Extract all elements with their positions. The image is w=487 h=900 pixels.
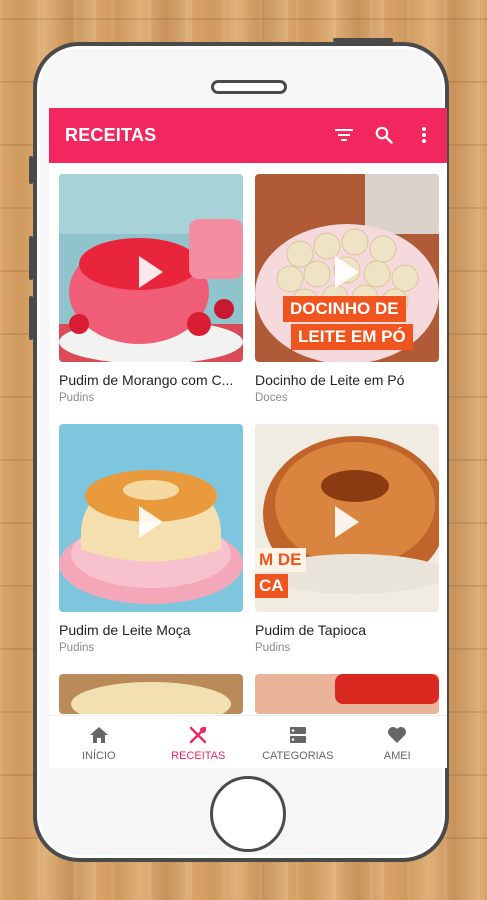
app-bar-title: RECEITAS	[65, 125, 157, 145]
recipe-overlay-line-1: M DE	[255, 548, 306, 572]
recipe-overlay-line-1: DOCINHO DE	[283, 296, 406, 322]
power-button	[333, 38, 393, 42]
recipe-thumbnail[interactable]	[59, 674, 243, 714]
app-bar-actions	[333, 122, 435, 148]
fork-knife-icon	[188, 725, 208, 745]
nav-item-label: INÍCIO	[81, 750, 116, 762]
nav-item-inicio[interactable]: INÍCIO	[49, 716, 149, 768]
play-icon	[139, 256, 163, 288]
nav-item-amei[interactable]: AMEI	[348, 716, 448, 768]
recipe-category: Pudins	[59, 392, 95, 404]
phone-frame: RECEITAS Pudim de Morango com C... Pudin…	[29, 38, 449, 862]
recipe-card[interactable]: Pudim de Leite Moça Pudins	[59, 424, 243, 654]
volume-up-button	[29, 236, 33, 280]
recipe-category: Pudins	[59, 642, 95, 654]
home-button[interactable]	[210, 776, 286, 852]
recipe-category: Pudins	[255, 642, 291, 654]
play-icon	[139, 506, 163, 538]
nav-item-categorias[interactable]: CATEGORIAS	[248, 716, 348, 768]
recipe-card-partial[interactable]	[59, 674, 243, 714]
more-vert-icon[interactable]	[413, 122, 435, 148]
search-icon[interactable]	[373, 122, 395, 148]
recipe-card[interactable]: DOCINHO DE LEITE EM PÓ Docinho de Leite …	[255, 174, 439, 404]
heart-icon	[387, 725, 407, 745]
recipe-category: Doces	[255, 392, 288, 404]
recipe-title: Docinho de Leite em Pó	[255, 372, 405, 388]
bottom-navigation: INÍCIO RECEITAS CATEGORIAS AMEI	[49, 715, 447, 768]
recipe-title: Pudim de Leite Moça	[59, 622, 191, 638]
nav-item-label: RECEITAS	[171, 750, 226, 762]
play-icon	[335, 506, 359, 538]
filter-icon[interactable]	[333, 122, 355, 148]
recipe-card[interactable]: Pudim de Morango com C... Pudins	[59, 174, 243, 404]
recipe-thumbnail[interactable]	[255, 674, 439, 714]
categories-icon	[289, 725, 307, 745]
app-screen: RECEITAS Pudim de Morango com C... Pudin…	[49, 108, 447, 768]
recipe-thumbnail[interactable]: DOCINHO DE LEITE EM PÓ	[255, 174, 439, 362]
volume-down-button	[29, 296, 33, 340]
recipe-card-partial[interactable]	[255, 674, 439, 714]
play-icon	[335, 256, 359, 288]
nav-item-label: CATEGORIAS	[262, 750, 334, 762]
recipe-thumbnail[interactable]	[59, 424, 243, 612]
app-bar: RECEITAS	[49, 108, 447, 163]
speaker-grille	[211, 80, 287, 94]
nav-item-label: AMEI	[383, 750, 411, 762]
recipe-thumbnail[interactable]: M DE CA	[255, 424, 439, 612]
recipe-card[interactable]: M DE CA Pudim de Tapioca Pudins	[255, 424, 439, 654]
home-icon	[89, 725, 109, 745]
recipe-image-partial	[255, 674, 439, 714]
recipe-thumbnail[interactable]	[59, 174, 243, 362]
nav-item-receitas[interactable]: RECEITAS	[149, 716, 249, 768]
recipe-overlay-line-2: LEITE EM PÓ	[291, 324, 413, 350]
recipe-title: Pudim de Tapioca	[255, 622, 367, 638]
side-button	[29, 156, 33, 184]
recipe-overlay-line-2: CA	[255, 574, 288, 598]
recipe-image-partial	[59, 674, 243, 714]
recipe-title: Pudim de Morango com C...	[59, 372, 234, 388]
